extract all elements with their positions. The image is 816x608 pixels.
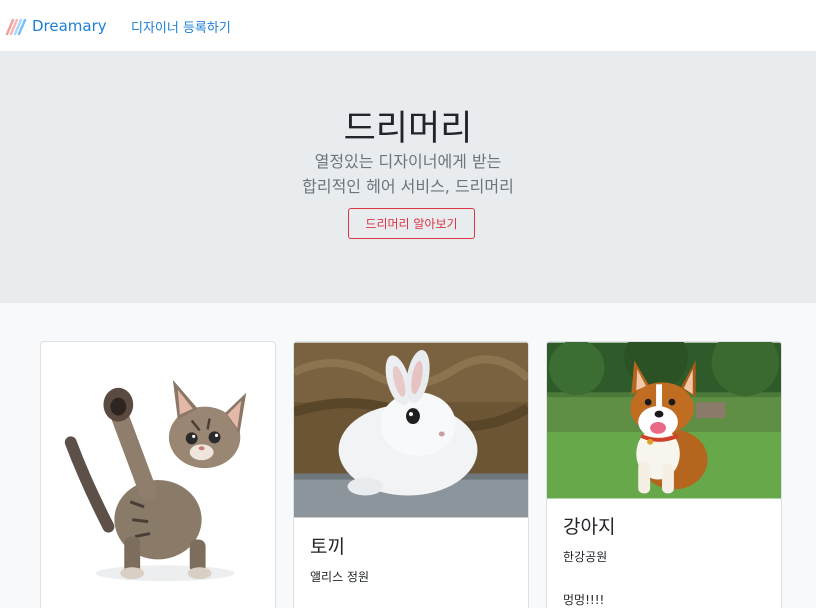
kitten-image [41,343,275,608]
hero-subtitle-line1: 열정있는 디자이너에게 받는 [314,152,502,171]
learn-more-button[interactable]: 드리머리 알아보기 [348,208,475,239]
hero-section: 드리머리 열정있는 디자이너에게 받는 합리적인 헤어 서비스, 드리머리 드리… [0,52,816,303]
hero-subtitle-line2: 합리적인 헤어 서비스, 드리머리 [302,177,514,196]
card-dog[interactable]: 강아지 한강공원 멍멍!!!! [546,341,782,608]
card-text: 멍멍!!!! [563,593,605,607]
corgi-image [547,342,781,499]
card-subtitle: 한강공원 [563,550,608,564]
brand-text: Dreamary [32,17,107,35]
hero-title: 드리머리 [343,109,473,149]
card-subtitle: 앨리스 정원 [310,570,370,584]
card-title: 토끼 [310,536,345,558]
card-bunny[interactable]: 토끼 앨리스 정원 [293,341,529,608]
bunny-image [294,342,528,518]
nav-link-register-designer[interactable]: 디자이너 등록하기 [131,17,231,36]
dreamary-logo-icon [5,18,27,36]
navbar: Dreamary 디자이너 등록하기 [0,0,816,52]
brand-link[interactable]: Dreamary [4,14,107,38]
card-title: 강아지 [563,516,616,538]
card-kitten[interactable] [40,341,276,608]
